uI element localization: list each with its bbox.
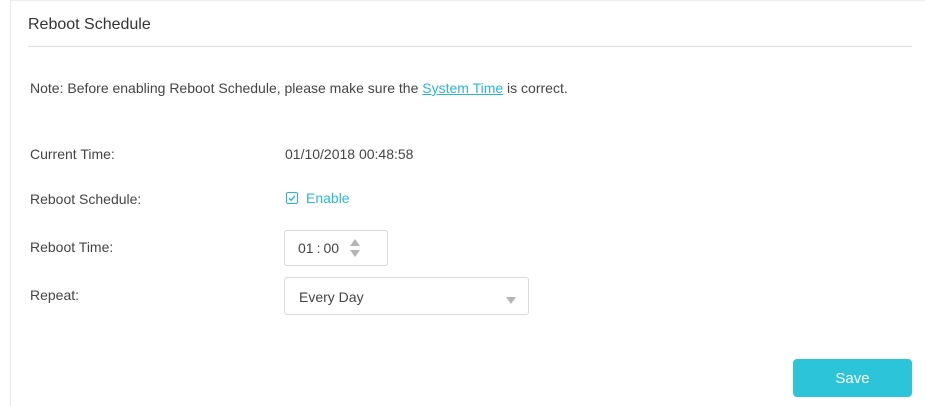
reboot-time-minute[interactable]: 00 (323, 240, 339, 256)
repeat-label: Repeat: (30, 287, 80, 303)
current-time-value: 01/10/2018 00:48:58 (285, 146, 414, 162)
section-divider (28, 46, 912, 47)
reboot-schedule-panel: Reboot Schedule Note: Before enabling Re… (10, 0, 925, 406)
note-suffix: is correct. (503, 80, 568, 96)
system-time-link[interactable]: System Time (422, 80, 503, 96)
up-down-spinner-icon[interactable] (349, 237, 361, 259)
save-button[interactable]: Save (793, 359, 912, 397)
enable-label[interactable]: Enable (306, 190, 350, 206)
note-prefix: Note: Before enabling Reboot Schedule, p… (30, 80, 423, 96)
repeat-selected-value: Every Day (299, 289, 364, 305)
current-time-label: Current Time: (30, 146, 115, 162)
caret-down-icon (506, 292, 516, 310)
checkmark-icon (288, 195, 296, 202)
enable-checkbox[interactable] (286, 192, 298, 204)
reboot-time-hour[interactable]: 01 (298, 240, 314, 256)
repeat-select[interactable]: Every Day (284, 277, 529, 315)
reboot-time-picker[interactable]: 01 : 00 (284, 230, 388, 266)
reboot-schedule-label: Reboot Schedule: (30, 191, 142, 207)
reboot-time-label: Reboot Time: (30, 239, 114, 255)
section-title: Reboot Schedule (28, 16, 151, 33)
note-text: Note: Before enabling Reboot Schedule, p… (30, 80, 568, 96)
reboot-time-separator: : (316, 240, 321, 256)
enable-checkbox-group[interactable]: Enable (286, 190, 350, 206)
